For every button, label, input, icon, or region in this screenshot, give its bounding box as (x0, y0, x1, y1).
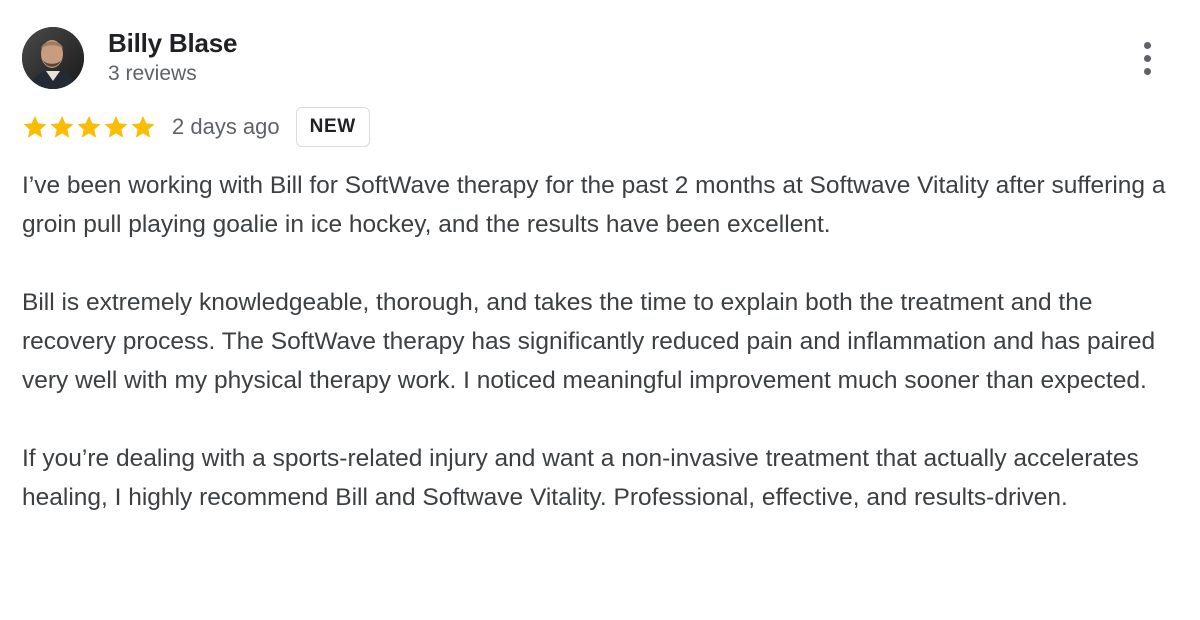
star-icon (77, 115, 101, 138)
review-paragraph: If you’re dealing with a sports-related … (22, 445, 1139, 511)
star-icon (23, 115, 47, 138)
review-meta-row: 2 days ago NEW (22, 106, 370, 148)
star-icon (50, 115, 74, 138)
star-icon (104, 115, 128, 138)
more-vertical-icon (1143, 41, 1151, 75)
star-icon (131, 115, 155, 138)
avatar[interactable] (22, 27, 84, 89)
reviewer-name[interactable]: Billy Blase (108, 28, 238, 59)
review-paragraph: I’ve been working with Bill for SoftWave… (22, 172, 1166, 238)
star-rating (22, 114, 156, 140)
new-badge: NEW (295, 107, 370, 147)
review-date: 2 days ago (172, 114, 280, 139)
review-card: Billy Blase 3 reviews 2 days ago NEW I’v… (0, 0, 1200, 620)
reviewer-review-count[interactable]: 3 reviews (108, 62, 197, 86)
review-text: I’ve been working with Bill for SoftWave… (22, 166, 1182, 517)
review-paragraph: Bill is extremely knowledgeable, thoroug… (22, 289, 1156, 394)
more-options-button[interactable] (1128, 36, 1166, 80)
